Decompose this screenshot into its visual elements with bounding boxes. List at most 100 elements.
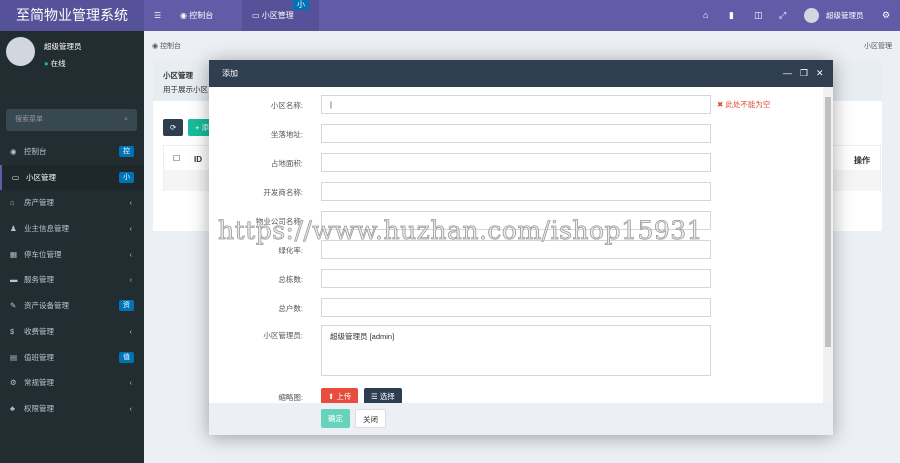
tab-label: 控制台 bbox=[189, 11, 214, 20]
dialog-scrollbar[interactable] bbox=[823, 87, 833, 403]
top-navbar: 至简物业管理系统 ☰ ◉ 控制台 控 ▭ 小区管理 小 ⌂ ▮ ◫ ⤢ 超级管理… bbox=[0, 0, 900, 31]
sidebar-item-label: 小区管理 bbox=[26, 172, 56, 182]
scrollbar-thumb[interactable] bbox=[825, 97, 831, 347]
tab-dashboard[interactable]: ◉ 控制台 bbox=[170, 0, 223, 31]
close-icon[interactable]: ✕ bbox=[816, 60, 824, 87]
field-input[interactable] bbox=[321, 124, 711, 143]
field-input[interactable] bbox=[321, 240, 711, 259]
sidebar-item[interactable]: ▭ 小区管理 小 bbox=[0, 164, 144, 191]
sidebar-item[interactable]: ⚙ 常规管理 ‹ bbox=[0, 370, 144, 396]
breadcrumb-right: 小区管理 bbox=[864, 43, 892, 50]
user-panel: 超级管理员 ● 在线 bbox=[6, 37, 82, 68]
minimize-icon[interactable]: — bbox=[783, 60, 792, 87]
menu-badge: 控 bbox=[119, 146, 134, 157]
sidebar-item-label: 值班管理 bbox=[24, 352, 54, 362]
sidebar-item[interactable]: ⌂ 房产管理 ‹ bbox=[0, 190, 144, 216]
select-all-checkbox[interactable]: ☐ bbox=[173, 154, 180, 163]
menu-icon: ♟ bbox=[10, 224, 17, 234]
error-text: 此处不能为空 bbox=[725, 100, 771, 109]
chevron-left-icon: ‹ bbox=[129, 198, 133, 208]
user-status: 在线 bbox=[50, 59, 66, 68]
menu-badge: 资 bbox=[119, 300, 134, 312]
sidebar-item[interactable]: ♟ 业主信息管理 ‹ bbox=[0, 216, 144, 242]
error-x-icon: ✖ bbox=[717, 100, 724, 109]
chevron-left-icon: ‹ bbox=[129, 326, 133, 336]
confirm-button[interactable]: 确定 bbox=[321, 409, 350, 428]
sidebar-item[interactable]: ▬ 服务管理 ‹ bbox=[0, 267, 144, 293]
list-icon: ▭ bbox=[252, 11, 262, 20]
column-header-ops: 操作 bbox=[854, 156, 870, 165]
field-input[interactable] bbox=[321, 269, 711, 288]
field-input[interactable] bbox=[321, 211, 711, 230]
menu-icon: ✎ bbox=[10, 301, 17, 311]
sidebar-item-label: 收费管理 bbox=[24, 326, 54, 336]
online-dot-icon: ● bbox=[44, 59, 49, 68]
refresh-button[interactable]: ⟳ bbox=[163, 119, 184, 136]
menu-icon: ▦ bbox=[10, 249, 18, 259]
field-label: 总栋数: bbox=[278, 275, 303, 284]
tab-label: 小区管理 bbox=[261, 11, 294, 20]
field-input[interactable] bbox=[321, 182, 711, 201]
sidebar-item[interactable]: ▤ 值班管理 值 bbox=[0, 345, 144, 371]
sidebar-item-label: 常规管理 bbox=[24, 378, 54, 388]
avatar[interactable] bbox=[804, 8, 819, 23]
tab-badge: 小 bbox=[293, 0, 309, 10]
field-input[interactable]: | bbox=[321, 95, 711, 114]
user-name[interactable]: 超级管理员 bbox=[826, 0, 864, 31]
user-name: 超级管理员 bbox=[44, 42, 82, 51]
upload-button[interactable]: ⬆ 上传 bbox=[321, 388, 359, 403]
breadcrumb[interactable]: ◉ 控制台 bbox=[152, 41, 181, 51]
menu-icon: ♣ bbox=[10, 403, 15, 413]
avatar bbox=[6, 37, 35, 66]
sidebar-item-label: 服务管理 bbox=[24, 275, 54, 285]
chevron-left-icon: ‹ bbox=[129, 224, 133, 234]
sidebar-item[interactable]: ◉ 控制台 控 bbox=[0, 139, 144, 165]
sidebar-item[interactable]: ✎ 资产设备管理 资 bbox=[0, 293, 144, 319]
add-label: 添 bbox=[201, 123, 209, 132]
menu-icon: ▤ bbox=[10, 352, 18, 362]
app-logo[interactable]: 至简物业管理系统 bbox=[0, 0, 144, 31]
sidebar-item-label: 资产设备管理 bbox=[24, 301, 69, 311]
menu-toggle-icon[interactable]: ☰ bbox=[154, 0, 161, 31]
manager-value: 超级管理员 [admin] bbox=[330, 332, 395, 341]
chevron-left-icon: ‹ bbox=[129, 378, 133, 388]
close-button[interactable]: 关闭 bbox=[355, 409, 386, 428]
menu-icon: ▭ bbox=[12, 172, 20, 182]
home-icon[interactable]: ⌂ bbox=[703, 0, 708, 31]
field-label: 物业公司名称: bbox=[255, 217, 303, 226]
maximize-icon[interactable]: ❐ bbox=[800, 60, 808, 87]
dialog-title: 添加 bbox=[222, 69, 238, 78]
dialog-form: 小区管理员: 超级管理员 [admin] 缩略图: ⬆ 上传 ☰ 选择 小区名称… bbox=[209, 87, 823, 403]
field-label: 占地面积: bbox=[270, 159, 303, 168]
chevron-left-icon: ‹ bbox=[129, 275, 133, 285]
sidebar-item-label: 控制台 bbox=[24, 147, 47, 156]
menu-badge: 值 bbox=[119, 351, 134, 363]
choose-button[interactable]: ☰ 选择 bbox=[364, 388, 402, 403]
field-label: 小区名称: bbox=[270, 101, 303, 110]
dashboard-icon: ◉ bbox=[180, 11, 190, 20]
sidebar: 超级管理员 ● 在线 搜索菜单 ⌕ ◉ 控制台 控 ▭ 小区管理 小 ⌂ 房产管理 ‹ ♟ 业主信息管… bbox=[0, 31, 144, 463]
manager-label: 小区管理员: bbox=[263, 331, 303, 340]
trash-icon[interactable]: ▮ bbox=[729, 0, 734, 31]
sidebar-item-label: 权限管理 bbox=[24, 403, 54, 413]
field-label: 坐落地址: bbox=[270, 130, 303, 139]
sidebar-item-label: 业主信息管理 bbox=[24, 224, 69, 234]
chevron-left-icon: ‹ bbox=[129, 249, 133, 259]
menu-icon: ▬ bbox=[10, 275, 18, 285]
sidebar-item[interactable]: ♣ 权限管理 ‹ bbox=[0, 396, 144, 422]
field-label: 绿化率: bbox=[278, 246, 303, 255]
fullscreen-icon[interactable]: ⤢ bbox=[779, 0, 786, 31]
dialog-footer: 确定 关闭 bbox=[209, 403, 833, 435]
sidebar-item[interactable]: $ 收费管理 ‹ bbox=[0, 319, 144, 345]
search-icon[interactable]: ⌕ bbox=[124, 109, 128, 131]
sidebar-item[interactable]: ▦ 停车位管理 ‹ bbox=[0, 242, 144, 268]
settings-icon[interactable]: ⚙ bbox=[882, 0, 890, 31]
language-icon[interactable]: ◫ bbox=[754, 0, 763, 31]
manager-select[interactable]: 超级管理员 [admin] bbox=[321, 325, 711, 376]
breadcrumb-label: 控制台 bbox=[160, 43, 182, 50]
menu-search-input[interactable]: 搜索菜单 ⌕ bbox=[6, 109, 137, 131]
sidebar-item-label: 房产管理 bbox=[24, 198, 54, 208]
column-header-id[interactable]: ID bbox=[194, 155, 202, 164]
field-input[interactable] bbox=[321, 153, 711, 172]
field-input[interactable] bbox=[321, 298, 711, 317]
